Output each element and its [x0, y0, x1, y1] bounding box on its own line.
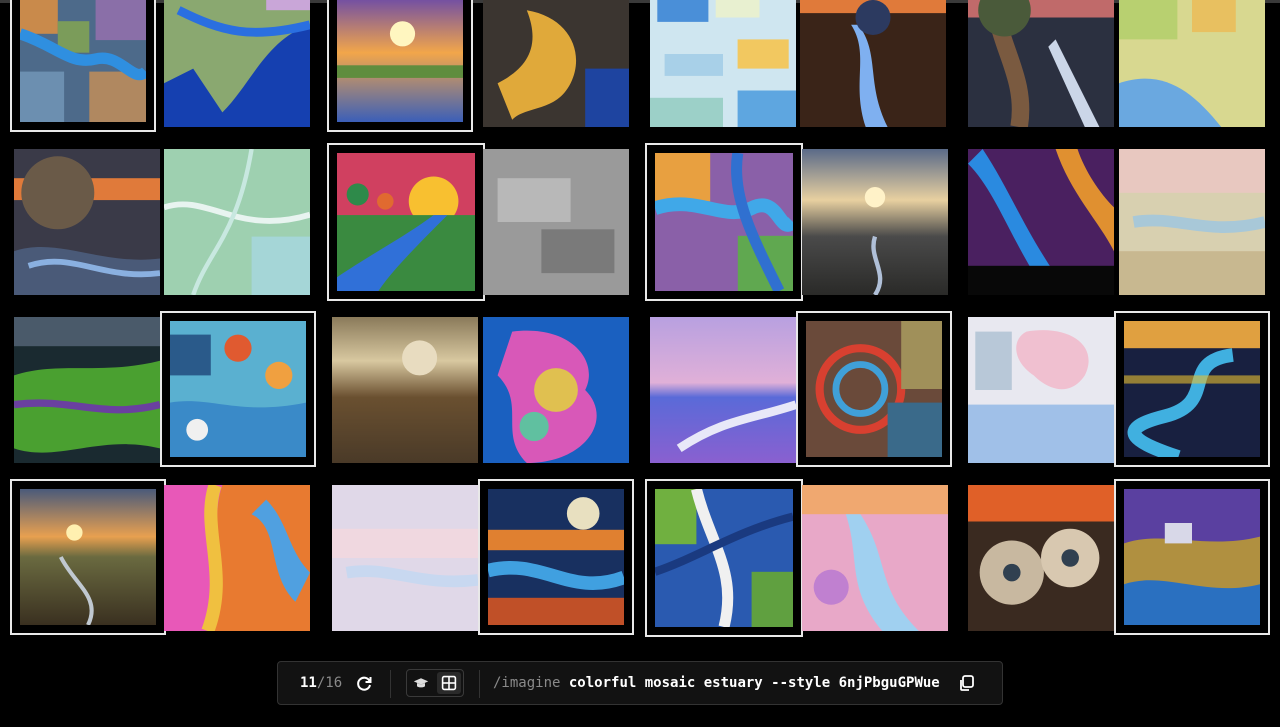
- image-counter: 11/16: [300, 675, 342, 691]
- prompt-toolbar: 11/16 /imagine colorful mosaic estuary -…: [277, 661, 1003, 705]
- prompt-command: /imagine: [493, 675, 561, 691]
- graduation-cap-icon[interactable]: [409, 672, 433, 694]
- counter-total: 16: [325, 675, 343, 691]
- image-tile[interactable]: [164, 149, 310, 295]
- image-tile[interactable]: [478, 479, 634, 635]
- image-tile[interactable]: [645, 479, 803, 637]
- refresh-icon[interactable]: [354, 674, 374, 694]
- image-tile[interactable]: [483, 149, 629, 295]
- image-tile[interactable]: [10, 479, 166, 635]
- image-tile[interactable]: [968, 485, 1114, 631]
- counter-current: 11: [300, 675, 317, 691]
- image-tile[interactable]: [327, 143, 485, 301]
- image-tile[interactable]: [164, 485, 310, 631]
- prompt-text: /imagine colorful mosaic estuary --style…: [493, 675, 940, 691]
- image-tile[interactable]: [14, 149, 160, 295]
- image-tile[interactable]: [483, 317, 629, 463]
- image-tile[interactable]: [10, 0, 156, 132]
- image-tile[interactable]: [650, 0, 796, 127]
- image-tile[interactable]: [332, 485, 478, 631]
- image-tile[interactable]: [802, 149, 948, 295]
- copy-icon[interactable]: [958, 674, 976, 692]
- image-tile[interactable]: [968, 149, 1114, 295]
- image-tile[interactable]: [796, 311, 952, 467]
- prompt-body: colorful mosaic estuary --style 6njPbguG…: [568, 675, 940, 691]
- image-tile[interactable]: [14, 317, 160, 463]
- toolbar-divider: [390, 670, 391, 698]
- image-tile[interactable]: [164, 0, 310, 127]
- image-tile[interactable]: [327, 0, 473, 132]
- image-tile[interactable]: [800, 0, 946, 127]
- image-tile[interactable]: [1119, 149, 1265, 295]
- image-tile[interactable]: [802, 485, 948, 631]
- image-tile[interactable]: [968, 317, 1114, 463]
- image-tile[interactable]: [1114, 479, 1270, 635]
- image-tile[interactable]: [1119, 0, 1265, 127]
- view-mode-toggle: [406, 669, 464, 697]
- image-tile[interactable]: [332, 317, 478, 463]
- image-tile[interactable]: [1114, 311, 1270, 467]
- toolbar-divider: [479, 670, 480, 698]
- image-tile[interactable]: [160, 311, 316, 467]
- image-tile[interactable]: [968, 0, 1114, 127]
- image-grid: [0, 0, 1280, 640]
- image-tile[interactable]: [650, 317, 796, 463]
- image-tile[interactable]: [483, 0, 629, 127]
- grid-view-icon[interactable]: [437, 672, 461, 694]
- image-tile[interactable]: [645, 143, 803, 301]
